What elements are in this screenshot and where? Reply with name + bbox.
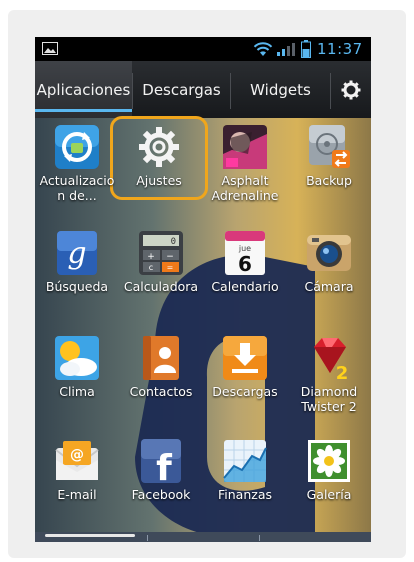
tab-aplicaciones[interactable]: Aplicaciones: [35, 61, 132, 118]
app-label: Calendario: [211, 279, 279, 294]
app-label: Finanzas: [218, 487, 272, 502]
tab-label: Descargas: [142, 80, 221, 99]
tab-label: Widgets: [250, 80, 311, 99]
tab-widgets[interactable]: Widgets: [231, 61, 330, 118]
tab-bar: Aplicaciones Descargas Widgets: [35, 61, 371, 118]
svg-text:c: c: [149, 263, 153, 272]
page-indicator-divider: [147, 535, 148, 541]
app-label: Asphalt Adrenaline: [203, 173, 287, 203]
svg-text:=: =: [167, 263, 174, 272]
asphalt-game-icon: [223, 125, 267, 169]
svg-text:−: −: [166, 252, 174, 262]
signal-strength-icon: [277, 43, 295, 56]
contacts-icon: [143, 336, 179, 380]
status-time: 11:37: [317, 40, 363, 58]
app-email[interactable]: @ E-mail: [35, 435, 119, 535]
email-icon: @: [55, 441, 99, 480]
app-contactos[interactable]: Contactos: [119, 332, 203, 432]
app-label: Facebook: [131, 487, 191, 502]
wifi-icon: [253, 42, 273, 56]
diamond-twister-icon: 2: [314, 338, 349, 381]
phone-screen: 11:37 Aplicaciones Descargas Widgets Act…: [35, 37, 371, 542]
app-facebook[interactable]: f Facebook: [119, 435, 203, 535]
app-clima[interactable]: Clima: [35, 332, 119, 432]
calculator-icon: 0 + − c =: [139, 231, 183, 275]
backup-icon: [309, 125, 350, 168]
app-label: Búsqueda: [45, 279, 109, 294]
app-label: Galería: [306, 487, 352, 502]
app-label: Clima: [59, 384, 95, 399]
app-galeria[interactable]: Galería: [287, 435, 371, 535]
svg-text:@: @: [70, 447, 84, 463]
software-update-icon: [55, 125, 99, 169]
app-diamond-twister[interactable]: 2 Diamond Twister 2: [287, 332, 371, 432]
status-bar: 11:37: [35, 37, 371, 61]
app-label-line: Adrenaline: [211, 188, 279, 203]
calendar-date: 6: [238, 252, 252, 276]
gallery-notification-icon: [42, 42, 58, 55]
app-label: Diamond Twister 2: [287, 384, 371, 414]
battery-icon: [301, 40, 311, 58]
app-busqueda[interactable]: g Búsqueda: [35, 227, 119, 327]
settings-gear-icon: [139, 127, 179, 167]
app-label: Actualizacio n de...: [35, 173, 119, 203]
app-label-line: Asphalt: [221, 173, 269, 188]
app-label-line: Actualizacio: [39, 173, 115, 188]
calendar-icon: jue 6: [225, 231, 265, 276]
app-finanzas[interactable]: Finanzas: [203, 435, 287, 535]
weather-icon: [55, 336, 99, 380]
app-label: E-mail: [57, 487, 97, 502]
page-indicator-divider: [259, 535, 260, 541]
app-label: Contactos: [129, 384, 193, 399]
app-backup[interactable]: Backup: [287, 121, 371, 221]
app-actualizacion[interactable]: Actualizacio n de...: [35, 121, 119, 221]
app-camara[interactable]: Cámara: [287, 227, 371, 327]
tab-label: Aplicaciones: [36, 80, 131, 99]
app-asphalt[interactable]: Asphalt Adrenaline: [203, 121, 287, 221]
downloads-icon: [223, 336, 267, 380]
page-indicator-active: [45, 534, 135, 537]
app-ajustes[interactable]: Ajustes: [117, 121, 201, 221]
gallery-flower-icon: [308, 440, 350, 482]
svg-text:2: 2: [336, 363, 349, 381]
menu-settings-button[interactable]: [331, 61, 371, 118]
camera-icon: [307, 235, 351, 271]
svg-text:0: 0: [171, 237, 176, 247]
app-label: Descargas: [212, 384, 278, 399]
svg-text:f: f: [156, 448, 172, 484]
facebook-icon: f: [141, 439, 181, 484]
app-calculadora[interactable]: 0 + − c = Calculadora: [119, 227, 203, 327]
svg-text:g: g: [67, 236, 86, 271]
app-label-line: Twister 2: [301, 399, 357, 414]
app-calendario[interactable]: jue 6 Calendario: [203, 227, 287, 327]
app-label: Ajustes: [136, 173, 182, 188]
finance-chart-icon: [223, 440, 267, 482]
app-label-line: n de...: [57, 188, 97, 203]
google-search-icon: g: [57, 231, 97, 275]
app-label: Backup: [306, 173, 352, 188]
app-descargas[interactable]: Descargas: [203, 332, 287, 432]
active-tab-indicator: [35, 109, 132, 112]
app-label: Cámara: [304, 279, 354, 294]
app-label: Calculadora: [123, 279, 199, 294]
svg-text:+: +: [147, 252, 155, 262]
app-label-line: Diamond: [300, 384, 358, 399]
tab-descargas[interactable]: Descargas: [133, 61, 230, 118]
gear-icon: [341, 80, 361, 99]
